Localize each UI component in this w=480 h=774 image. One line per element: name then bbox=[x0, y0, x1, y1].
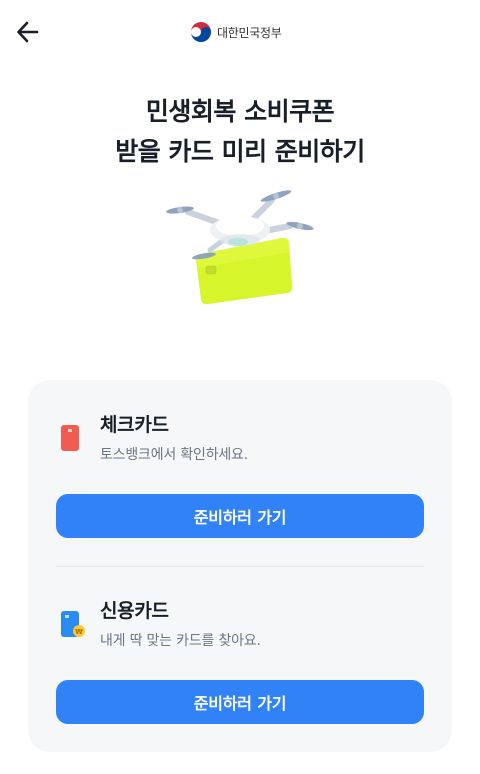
top-bar: 대한민국정부 bbox=[0, 0, 480, 64]
page-title: 민생회복 소비쿠폰 받을 카드 미리 준비하기 bbox=[0, 92, 480, 172]
credit-card-icon: ₩ bbox=[61, 611, 85, 637]
card-options-panel: 체크카드 토스뱅크에서 확인하세요. 준비하러 가기 ₩ 신용카드 내게 딱 맞… bbox=[28, 380, 452, 752]
check-card-icon bbox=[61, 425, 79, 451]
check-card-description: 토스뱅크에서 확인하세요. bbox=[100, 447, 248, 463]
section-divider bbox=[56, 566, 424, 567]
back-button[interactable] bbox=[10, 14, 46, 50]
arrow-left-icon bbox=[17, 21, 39, 43]
check-card-prepare-button[interactable]: 준비하러 가기 bbox=[56, 494, 424, 538]
credit-card-title: 신용카드 bbox=[100, 600, 169, 622]
svg-text:₩: ₩ bbox=[75, 628, 83, 636]
government-logo-text: 대한민국정부 bbox=[217, 25, 282, 40]
page-title-line-1: 민생회복 소비쿠폰 bbox=[145, 97, 335, 126]
page-title-line-2: 받을 카드 미리 준비하기 bbox=[115, 137, 365, 166]
credit-card-prepare-button[interactable]: 준비하러 가기 bbox=[56, 680, 424, 724]
government-logo: 대한민국정부 bbox=[190, 21, 282, 43]
drone-card-illustration bbox=[166, 190, 314, 305]
taegeuk-icon bbox=[191, 22, 211, 42]
check-card-title: 체크카드 bbox=[100, 414, 169, 436]
credit-card-description: 내게 딱 맞는 카드를 찾아요. bbox=[100, 633, 261, 649]
